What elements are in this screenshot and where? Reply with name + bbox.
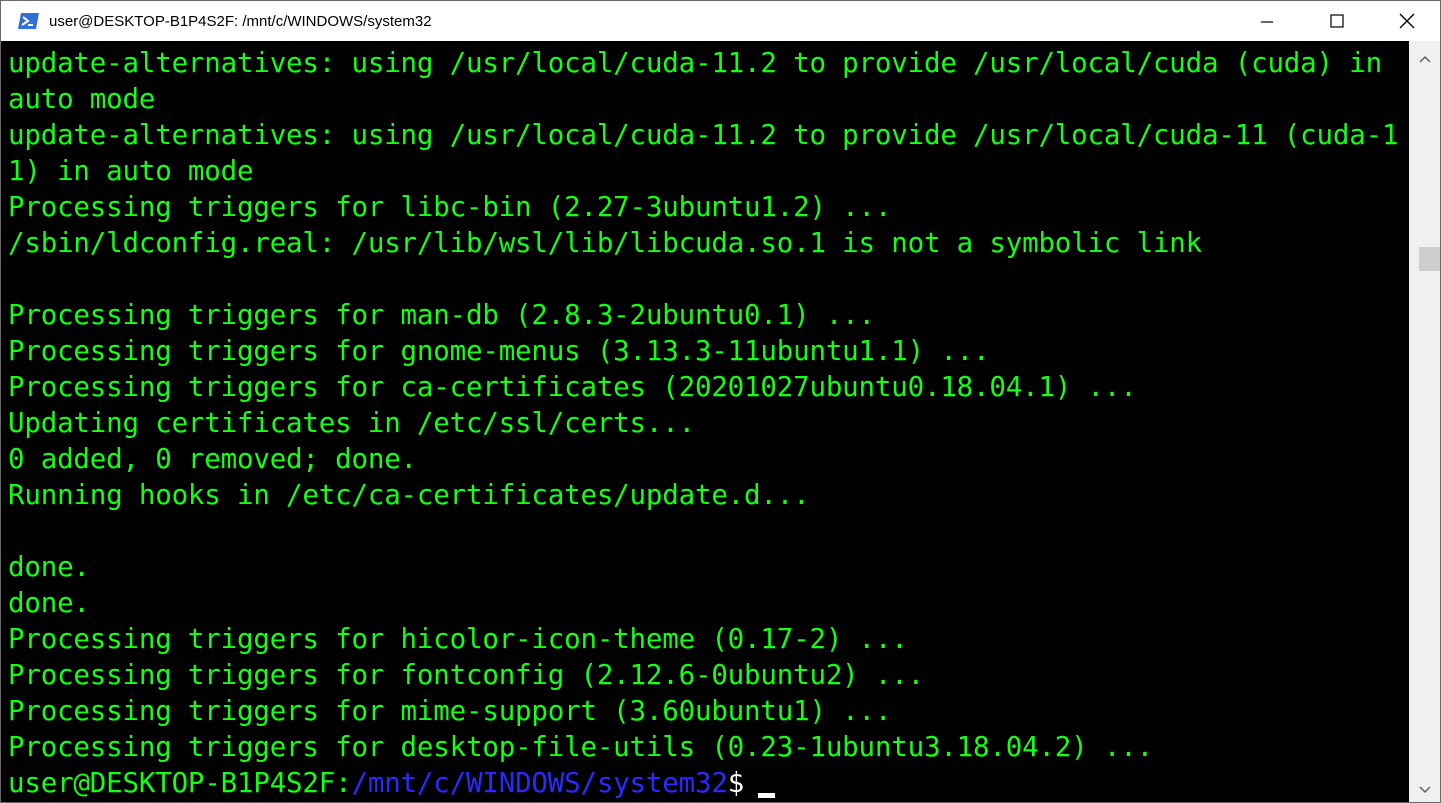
terminal-line: update-alternatives: using /usr/local/cu… xyxy=(8,119,1399,151)
terminal-line: Running hooks in /etc/ca-certificates/up… xyxy=(8,479,810,511)
terminal-line: Processing triggers for desktop-file-uti… xyxy=(8,731,1153,763)
text-cursor xyxy=(758,793,776,798)
terminal-line: done. xyxy=(8,551,90,583)
window-title: user@DESKTOP-B1P4S2F: /mnt/c/WINDOWS/sys… xyxy=(49,12,432,30)
prompt-path: /mnt/c/WINDOWS/system32 xyxy=(351,767,728,799)
maximize-icon xyxy=(1330,14,1344,28)
terminal-line: 1) in auto mode xyxy=(8,155,254,187)
terminal-line: Processing triggers for mime-support (3.… xyxy=(8,695,892,727)
minimize-icon xyxy=(1261,21,1273,23)
prompt-separator: : xyxy=(335,767,352,799)
prompt-symbol: $ xyxy=(727,767,745,799)
scroll-up-button[interactable] xyxy=(1409,49,1440,69)
terminal-line: Updating certificates in /etc/ssl/certs.… xyxy=(8,407,695,439)
close-icon xyxy=(1399,13,1415,29)
scroll-up-arrow-icon xyxy=(1418,55,1431,63)
terminal-line: 0 added, 0 removed; done. xyxy=(8,443,417,475)
maximize-button[interactable] xyxy=(1314,1,1360,41)
close-button[interactable] xyxy=(1384,1,1430,41)
terminal-window: user@DESKTOP-B1P4S2F: /mnt/c/WINDOWS/sys… xyxy=(0,0,1441,803)
title-bar[interactable]: user@DESKTOP-B1P4S2F: /mnt/c/WINDOWS/sys… xyxy=(1,1,1440,41)
terminal-output[interactable]: update-alternatives: using /usr/local/cu… xyxy=(1,41,1409,802)
terminal-line: Processing triggers for man-db (2.8.3-2u… xyxy=(8,299,875,331)
powershell-icon xyxy=(18,12,40,30)
terminal-line: done. xyxy=(8,587,90,619)
terminal-line: Processing triggers for hicolor-icon-the… xyxy=(8,623,908,655)
terminal-lines: update-alternatives: using /usr/local/cu… xyxy=(8,45,1398,801)
scroll-thumb[interactable] xyxy=(1419,247,1440,271)
caption-buttons xyxy=(1244,1,1440,41)
terminal-line: update-alternatives: using /usr/local/cu… xyxy=(8,47,1382,79)
scroll-down-arrow-icon xyxy=(1418,786,1431,794)
command-prompt[interactable]: user@DESKTOP-B1P4S2F:/mnt/c/WINDOWS/syst… xyxy=(8,765,1398,801)
minimize-button[interactable] xyxy=(1244,1,1290,41)
terminal-line: Processing triggers for fontconfig (2.12… xyxy=(8,659,924,691)
prompt-user-host: user@DESKTOP-B1P4S2F xyxy=(8,767,336,799)
scroll-down-button[interactable] xyxy=(1409,780,1440,800)
vertical-scrollbar[interactable] xyxy=(1409,41,1440,802)
terminal-line: /sbin/ldconfig.real: /usr/lib/wsl/lib/li… xyxy=(8,227,1203,259)
terminal-line: Processing triggers for libc-bin (2.27-3… xyxy=(8,191,892,223)
terminal-line: Processing triggers for ca-certificates … xyxy=(8,371,1137,403)
terminal-line: Processing triggers for gnome-menus (3.1… xyxy=(8,335,990,367)
terminal-line: auto mode xyxy=(8,83,156,115)
